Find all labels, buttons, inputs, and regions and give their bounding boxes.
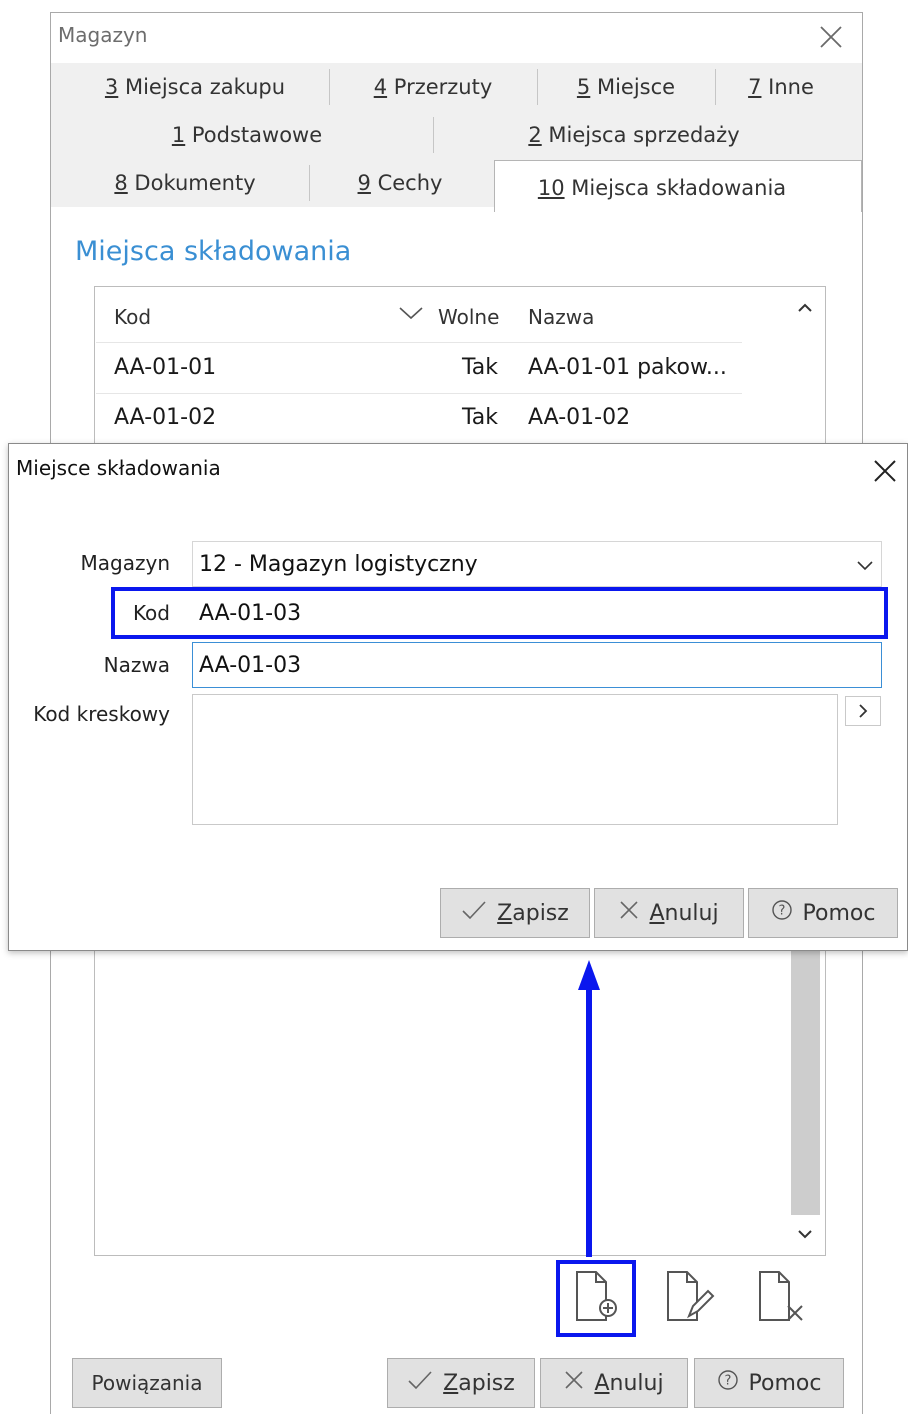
add-document-icon[interactable] [570, 1268, 622, 1324]
dialog-cancel-button[interactable]: Anuluj [594, 888, 744, 938]
tab-cechy[interactable]: 9 Cechy [310, 159, 490, 207]
edit-document-icon[interactable] [662, 1268, 718, 1324]
tab-miejsce[interactable]: 5 Miejsce [538, 63, 714, 111]
kod-kreskowy-textarea[interactable] [192, 694, 838, 825]
cell-kod: AA-01-02 [114, 405, 217, 430]
delete-document-icon[interactable] [754, 1268, 810, 1324]
tab-dokumenty[interactable]: 8 Dokumenty [62, 159, 308, 207]
nazwa-label: Nazwa [103, 653, 170, 677]
column-header-kod[interactable]: Kod [114, 305, 151, 329]
cell-nazwa: AA-01-01 pakow... [528, 355, 727, 380]
magazyn-select[interactable]: 12 - Magazyn logistyczny [192, 541, 882, 587]
close-icon[interactable] [816, 22, 846, 52]
cell-wolne: Tak [461, 405, 498, 430]
checkmark-icon [407, 1370, 433, 1396]
tab-inne[interactable]: 7 Inne [716, 63, 846, 111]
cancel-button[interactable]: Anuluj [540, 1358, 688, 1408]
x-icon [564, 1370, 584, 1396]
dialog-save-button[interactable]: Zapisz [440, 888, 590, 938]
powiazania-button[interactable]: Powiązania [72, 1358, 222, 1408]
dialog-help-button[interactable]: ? Pomoc [748, 888, 898, 938]
chevron-right-icon[interactable] [845, 696, 881, 726]
tab-miejsca-zakupu[interactable]: 3 Miejsca zakupu [62, 63, 328, 111]
magazyn-label: Magazyn [80, 551, 170, 575]
cell-wolne: Tak [461, 355, 498, 380]
column-header-wolne[interactable]: Wolne [438, 305, 499, 329]
save-button[interactable]: Zapisz [387, 1358, 535, 1408]
annotation-highlight-kod [111, 587, 888, 639]
help-circle-icon: ? [717, 1369, 739, 1397]
x-icon [619, 900, 639, 926]
dialog-title: Miejsce składowania [16, 456, 221, 480]
scroll-up-icon[interactable] [794, 298, 816, 318]
sort-chevron-icon[interactable] [397, 304, 425, 324]
annotation-arrow-head [578, 960, 600, 990]
checkmark-icon [461, 900, 487, 926]
scroll-down-icon[interactable] [794, 1224, 816, 1244]
svg-text:?: ? [778, 904, 785, 919]
cell-kod: AA-01-01 [114, 355, 217, 380]
chevron-down-icon[interactable] [854, 555, 876, 575]
tab-miejsca-sprzedazy[interactable]: 2 Miejsca sprzedaży [434, 111, 834, 159]
close-icon[interactable] [870, 456, 900, 486]
tab-podstawowe[interactable]: 1 Podstawowe [62, 111, 432, 159]
window-title: Magazyn [58, 23, 148, 47]
section-title: Miejsca składowania [75, 236, 352, 267]
help-circle-icon: ? [771, 899, 793, 927]
help-button[interactable]: ? Pomoc [694, 1358, 844, 1408]
kod-kreskowy-label: Kod kreskowy [33, 702, 170, 726]
scroll-thumb[interactable] [791, 947, 820, 1215]
tab-przerzuty[interactable]: 4 Przerzuty [330, 63, 536, 111]
svg-text:?: ? [724, 1374, 731, 1389]
cell-nazwa: AA-01-02 [528, 405, 631, 430]
annotation-arrow-line [586, 985, 592, 1257]
tab-miejsca-skladowania-label: 10 Miejsca składowania [537, 176, 787, 200]
nazwa-input[interactable]: AA-01-03 [192, 642, 882, 688]
column-header-nazwa[interactable]: Nazwa [528, 305, 594, 329]
